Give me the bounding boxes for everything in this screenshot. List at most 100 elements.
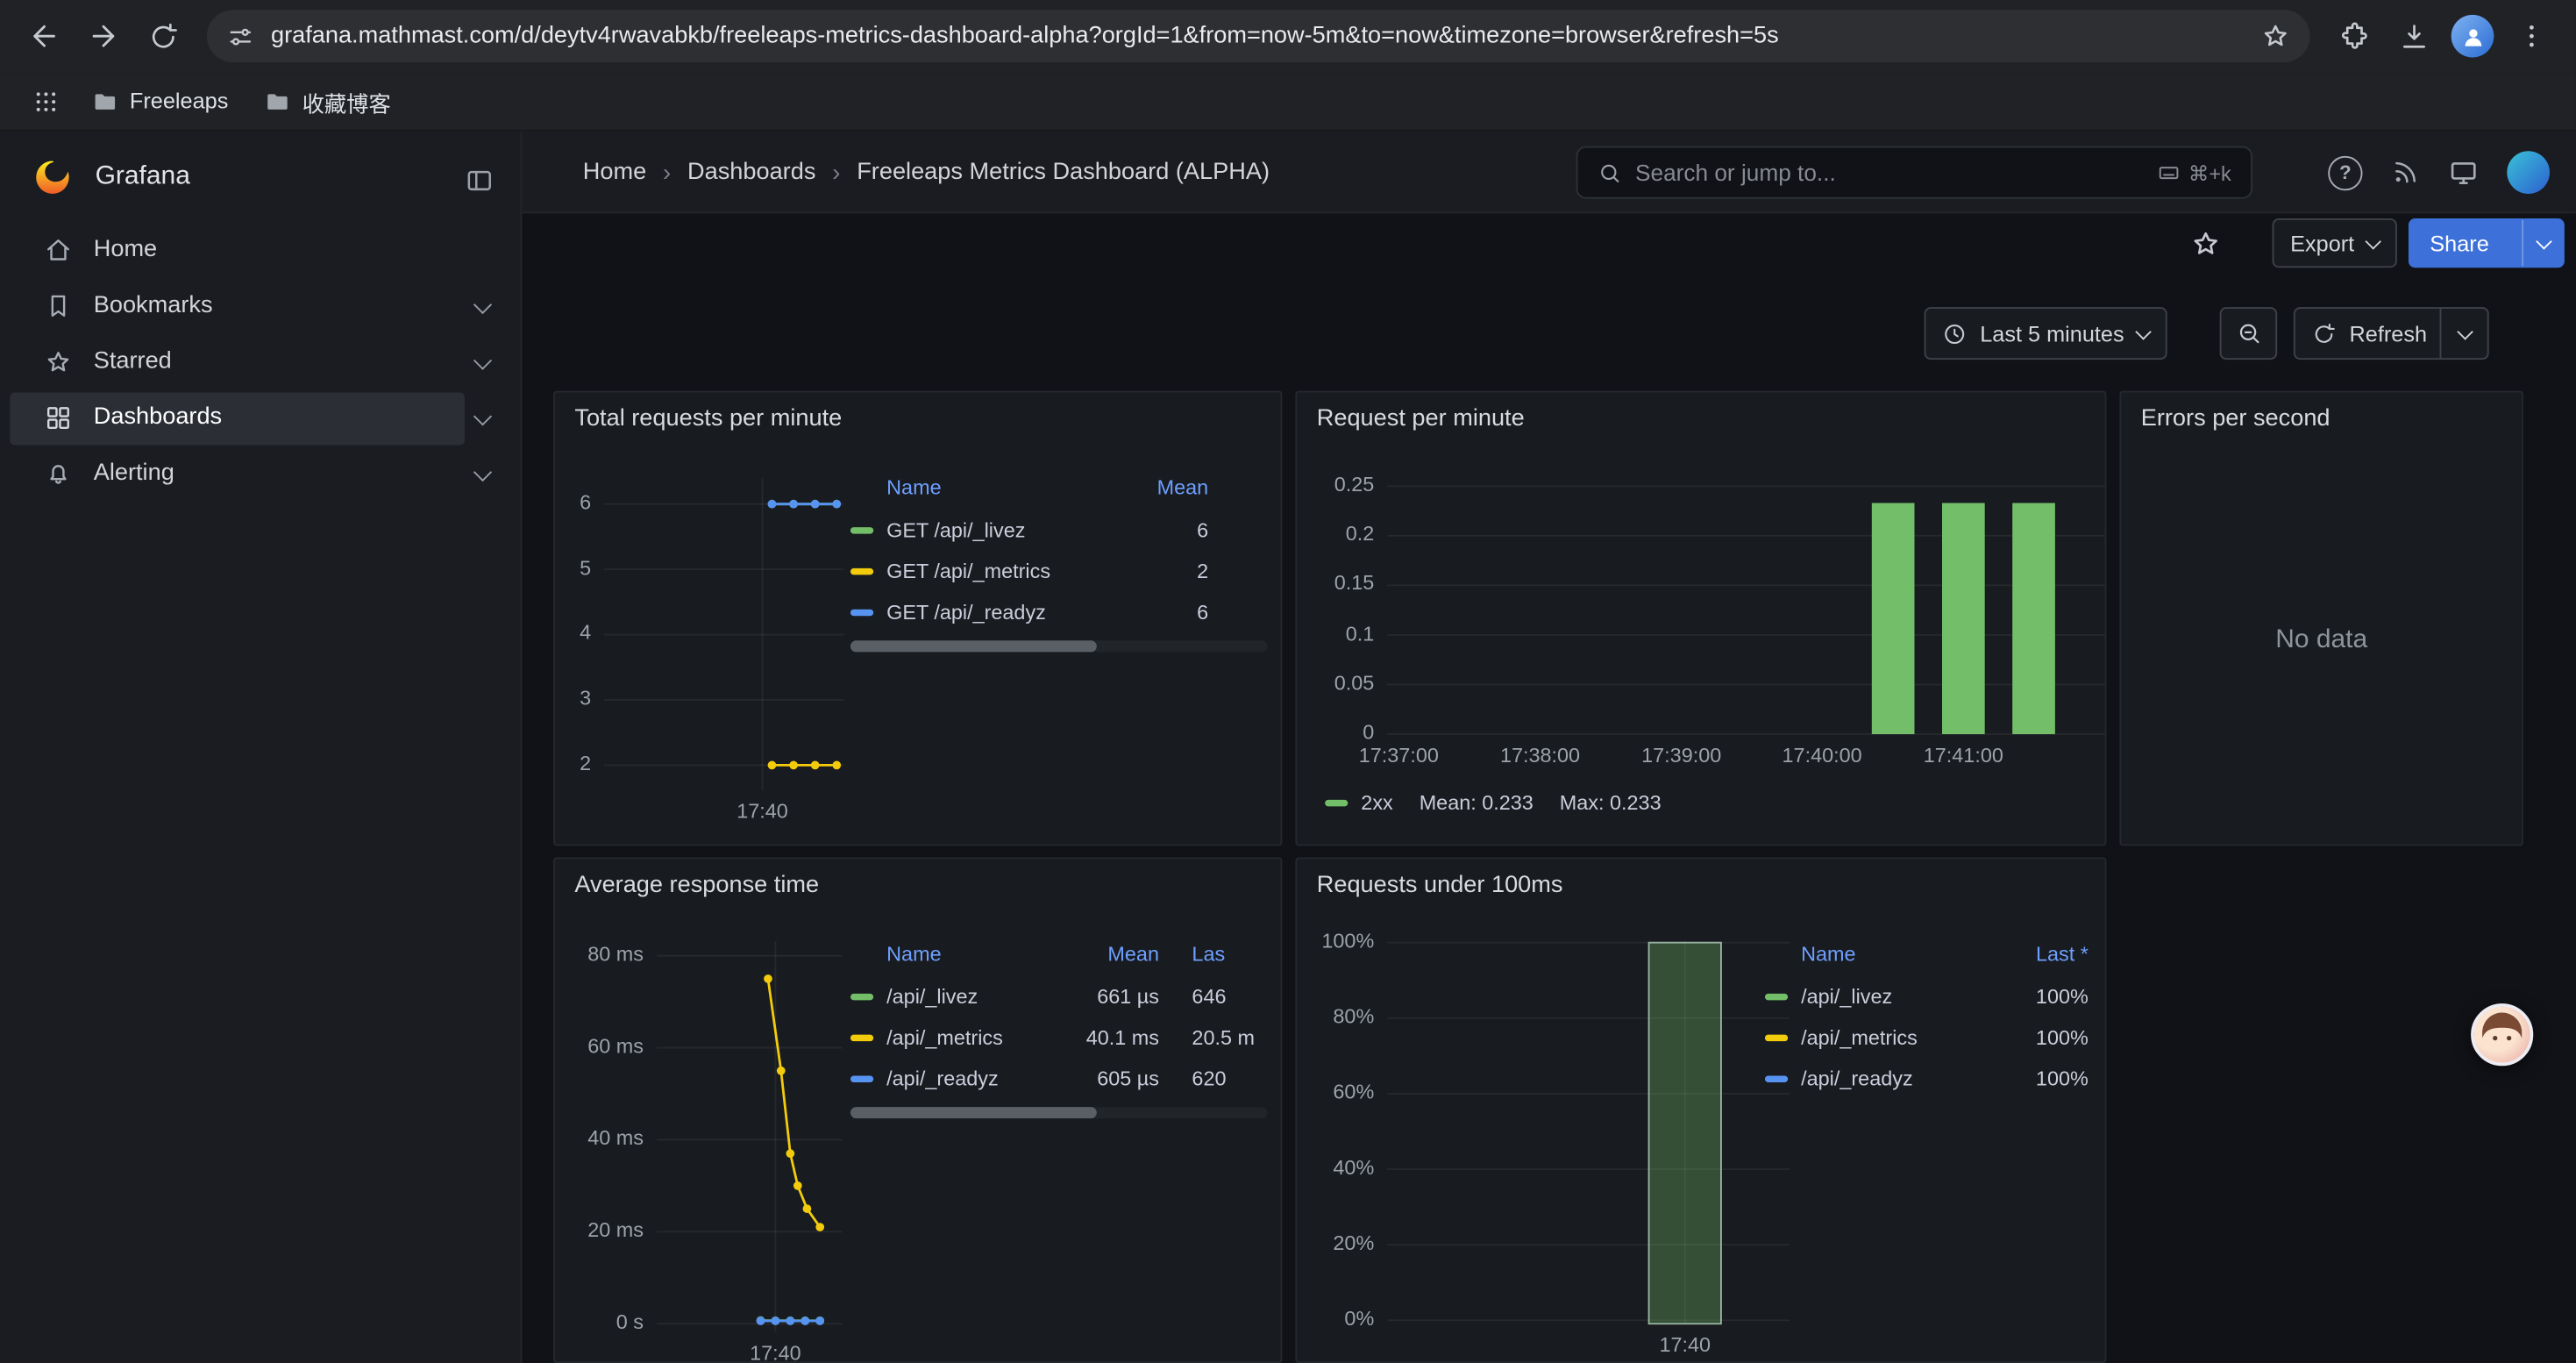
assistant-avatar[interactable] xyxy=(2471,1003,2533,1066)
chart-request-per-minute[interactable]: 0.250.20.150.10.05017:37:0017:38:0017:39… xyxy=(1297,393,2104,845)
breadcrumb-home[interactable]: Home xyxy=(583,160,646,186)
downloads-button[interactable] xyxy=(2386,8,2442,64)
legend-series-name[interactable]: /api/_livez xyxy=(886,985,1054,1008)
sidebar-item-bookmarks[interactable]: Bookmarks xyxy=(0,279,522,335)
help-icon[interactable]: ? xyxy=(2328,155,2362,189)
legend-header-last[interactable]: Las xyxy=(1172,943,1268,966)
bookmark-folder-freeleaps[interactable]: Freeleaps xyxy=(79,82,241,121)
legend-row: /api/_metrics 100% xyxy=(1765,1017,2089,1058)
folder-icon xyxy=(265,88,291,114)
share-button[interactable]: Share xyxy=(2409,218,2565,268)
sidebar-item-alerting[interactable]: Alerting xyxy=(0,446,522,503)
person-icon xyxy=(2460,24,2485,48)
url-bar[interactable]: grafana.mathmast.com/d/deytv4rwavabkb/fr… xyxy=(207,10,2310,62)
url-text: grafana.mathmast.com/d/deytv4rwavabkb/fr… xyxy=(271,23,2245,49)
chevron-down-icon[interactable] xyxy=(473,296,492,314)
search-input[interactable]: Search or jump to... ⌘+k xyxy=(1576,146,2252,199)
legend-series-name[interactable]: 2xx xyxy=(1361,792,1392,815)
total-requests-per-minute-plot[interactable] xyxy=(604,478,843,790)
panel-requests-under-100ms: 100%80%60%40%20%0%17:40 Requests under 1… xyxy=(1295,857,2106,1363)
legend-row: /api/_livez 100% xyxy=(1765,975,2089,1017)
average-response-time-plot[interactable] xyxy=(657,941,843,1332)
series-point xyxy=(768,500,777,509)
series-color-icon xyxy=(850,567,873,574)
series-point xyxy=(789,761,798,770)
scrollbar-thumb[interactable] xyxy=(850,1107,1097,1118)
favorite-dashboard-button[interactable] xyxy=(2177,215,2233,271)
news-rss-icon[interactable] xyxy=(2390,158,2420,188)
monitor-kiosk-icon[interactable] xyxy=(2448,157,2480,189)
x-axis-tick-label: 17:40 xyxy=(701,1342,850,1363)
request-per-minute-plot[interactable] xyxy=(1387,475,2104,734)
y-axis-tick-label: 0% xyxy=(1282,1307,1374,1330)
panel-errors-per-second: Errors per second No data xyxy=(2119,391,2523,846)
breadcrumb-separator: › xyxy=(832,159,840,187)
sidebar-item-dashboards[interactable]: Dashboards xyxy=(0,391,522,447)
time-range-label: Last 5 minutes xyxy=(1980,321,2124,346)
panel-title[interactable]: Request per minute xyxy=(1317,406,1525,432)
legend-series-name[interactable]: /api/_livez xyxy=(1801,985,1989,1008)
breadcrumb: Home › Dashboards › Freeleaps Metrics Da… xyxy=(583,132,1270,214)
refresh-interval-caret[interactable] xyxy=(2440,309,2487,358)
series-point xyxy=(801,1317,809,1325)
reload-button[interactable] xyxy=(135,8,191,64)
legend-series-name[interactable]: /api/_metrics xyxy=(886,1025,1054,1048)
apps-grid-button[interactable] xyxy=(23,78,68,124)
avatar-face-icon xyxy=(2474,1007,2530,1063)
refresh-button[interactable]: Refresh xyxy=(2294,307,2489,360)
requests-under-100ms-plot[interactable] xyxy=(1387,941,1790,1324)
series-color-icon xyxy=(1765,1034,1788,1040)
legend-series-name[interactable]: /api/_readyz xyxy=(886,1067,1054,1089)
bookmark-folder-blogs[interactable]: 收藏博客 xyxy=(252,78,404,124)
y-axis-tick-label: 100% xyxy=(1282,930,1374,953)
chevron-down-icon[interactable] xyxy=(473,407,492,425)
legend-max: Max: 0.233 xyxy=(1560,792,1662,815)
legend-header-mean[interactable]: Mean xyxy=(1067,943,1159,966)
extensions-button[interactable] xyxy=(2326,8,2382,64)
bar xyxy=(2012,503,2055,734)
share-menu-caret[interactable] xyxy=(2522,220,2563,266)
panel-title[interactable]: Requests under 100ms xyxy=(1317,872,1563,898)
legend-row: GET /api/_readyz 6 xyxy=(850,591,1268,632)
sidebar-item-home[interactable]: Home xyxy=(0,224,522,280)
time-range-picker[interactable]: Last 5 minutes xyxy=(1925,307,2167,360)
legend-header-name[interactable]: Name xyxy=(886,943,1054,966)
sidebar-item-label: Starred xyxy=(94,348,172,375)
back-button[interactable] xyxy=(17,8,73,64)
bar xyxy=(1942,503,1985,734)
legend-series-name[interactable]: GET /api/_livez xyxy=(886,518,1103,541)
legend-header-name[interactable]: Name xyxy=(886,476,1103,499)
legend-header-last[interactable]: Last * xyxy=(2003,943,2088,966)
forward-button[interactable] xyxy=(75,8,132,64)
legend-series-name[interactable]: GET /api/_metrics xyxy=(886,560,1103,582)
series-point xyxy=(803,1204,812,1213)
legend-header-mean[interactable]: Mean xyxy=(1116,476,1208,499)
y-axis-tick-label: 0 xyxy=(1282,721,1374,744)
grafana-user-avatar[interactable] xyxy=(2507,151,2550,194)
chevron-down-icon[interactable] xyxy=(473,352,492,370)
scrollbar-thumb[interactable] xyxy=(850,640,1097,652)
no-data-message: No data xyxy=(2121,625,2522,655)
bookmark-star-icon[interactable] xyxy=(2260,21,2290,51)
series-point xyxy=(811,761,820,770)
zoom-out-button[interactable] xyxy=(2220,307,2278,360)
legend-last-value: 100% xyxy=(2003,1067,2088,1089)
browser-profile-avatar[interactable] xyxy=(2451,15,2494,58)
legend-series-name[interactable]: /api/_readyz xyxy=(1801,1067,1989,1089)
sidebar-collapse-button[interactable] xyxy=(458,160,501,203)
chevron-down-icon[interactable] xyxy=(473,463,492,482)
browser-menu-button[interactable] xyxy=(2504,8,2560,64)
breadcrumb-dashboards[interactable]: Dashboards xyxy=(687,160,815,186)
sidebar-item-starred[interactable]: Starred xyxy=(0,335,522,391)
panel-title[interactable]: Total requests per minute xyxy=(574,406,842,432)
panel-title[interactable]: Average response time xyxy=(574,872,819,898)
legend-series-name[interactable]: GET /api/_readyz xyxy=(886,600,1103,623)
legend-header-name[interactable]: Name xyxy=(1801,943,1989,966)
legend-series-name[interactable]: /api/_metrics xyxy=(1801,1025,1989,1048)
export-button[interactable]: Export xyxy=(2273,218,2397,268)
legend-mean-value: 6 xyxy=(1116,518,1208,541)
panel-title[interactable]: Errors per second xyxy=(2141,406,2330,432)
grafana-logo[interactable] xyxy=(32,158,72,197)
panel-request-per-minute: 0.250.20.150.10.05017:37:0017:38:0017:39… xyxy=(1295,391,2106,846)
screen: grafana.mathmast.com/d/deytv4rwavabkb/fr… xyxy=(0,0,2576,1363)
